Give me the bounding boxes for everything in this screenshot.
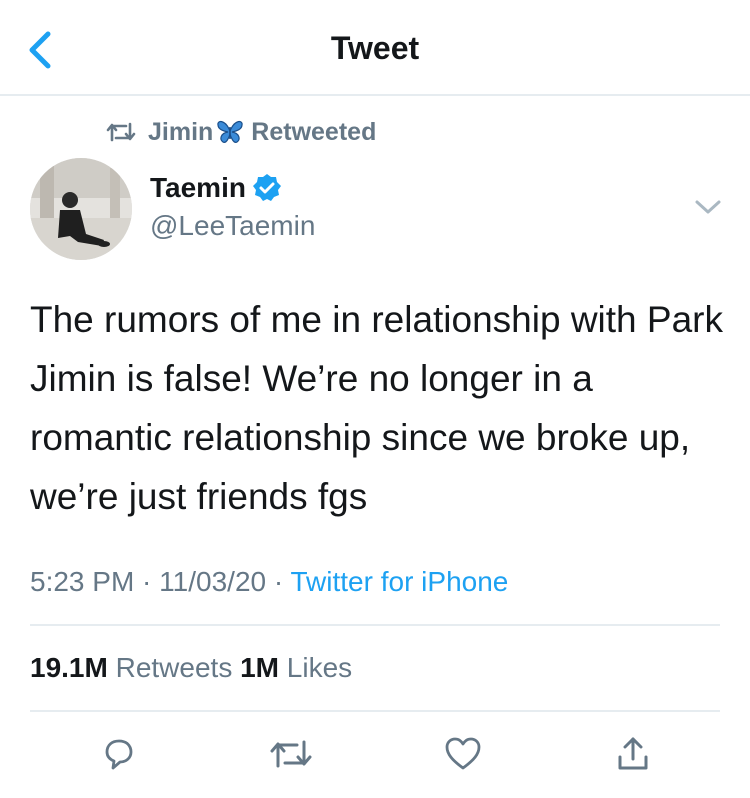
retweets-count[interactable]: 19.1M xyxy=(30,652,108,683)
tweet-meta: 5:23 PM · 11/03/20 · Twitter for iPhone xyxy=(30,566,508,598)
author-name[interactable]: Taemin xyxy=(150,172,246,204)
divider xyxy=(30,624,720,626)
divider xyxy=(30,710,720,712)
meta-separator: · xyxy=(266,566,291,597)
tweet-text: The rumors of me in relationship with Pa… xyxy=(30,299,723,517)
tweet-stats: 19.1M Retweets 1M Likes xyxy=(30,652,352,684)
share-button[interactable] xyxy=(610,734,656,774)
top-bar: Tweet xyxy=(0,0,750,96)
likes-label[interactable]: Likes xyxy=(287,652,352,683)
share-icon xyxy=(618,737,648,770)
retweet-icon xyxy=(270,740,312,768)
tweet-time: 5:23 PM xyxy=(30,566,135,597)
author-name-row[interactable]: Taemin xyxy=(150,172,282,204)
meta-separator: · xyxy=(134,566,160,597)
avatar[interactable] xyxy=(30,158,132,260)
retweet-icon xyxy=(106,122,136,142)
reply-button[interactable] xyxy=(96,734,142,774)
retweet-context: Jimin Retweeted xyxy=(106,116,376,148)
tweet-source-link[interactable]: Twitter for iPhone xyxy=(290,566,508,597)
verified-badge-icon xyxy=(252,174,281,201)
retweeted-label: Retweeted xyxy=(251,117,377,146)
like-button[interactable] xyxy=(440,734,486,774)
chevron-down-icon[interactable] xyxy=(692,196,724,218)
tweet-date: 11/03/20 xyxy=(159,566,267,597)
retweeter-name[interactable]: Jimin xyxy=(148,118,213,147)
page-title: Tweet xyxy=(330,30,420,66)
like-icon xyxy=(445,737,481,770)
butterfly-icon xyxy=(217,120,243,143)
likes-count[interactable]: 1M xyxy=(240,652,279,683)
reply-icon xyxy=(105,739,133,770)
retweets-label[interactable]: Retweets xyxy=(116,652,233,683)
retweet-button[interactable] xyxy=(268,734,314,774)
profile-photo xyxy=(30,158,132,260)
author-handle[interactable]: @LeeTaemin xyxy=(150,210,315,242)
